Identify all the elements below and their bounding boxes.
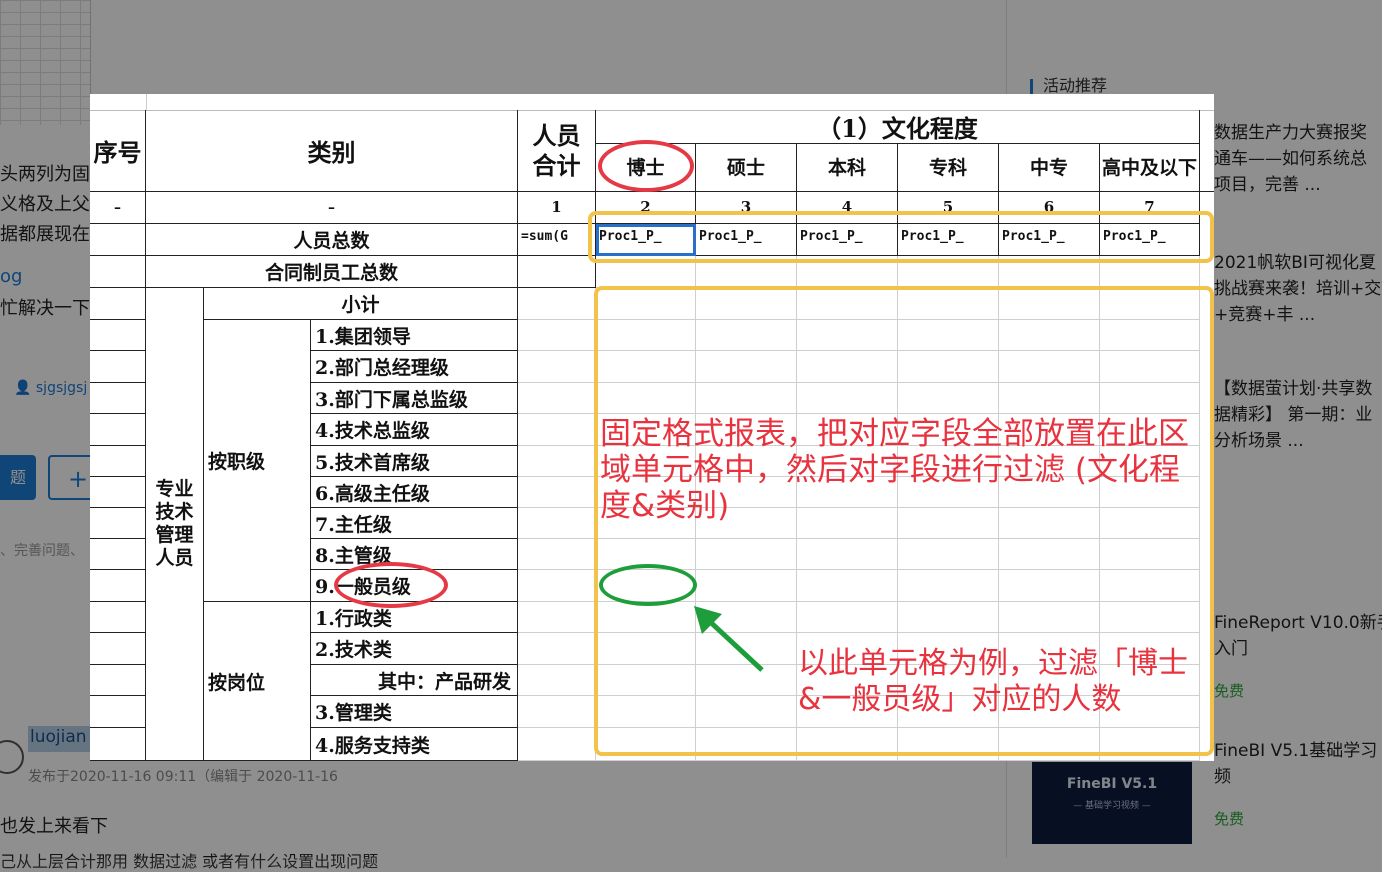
seq-cell[interactable] (90, 633, 146, 665)
group-prof[interactable]: 专业技术管理人员 (146, 288, 204, 761)
data-cell[interactable] (518, 320, 596, 351)
data-cell[interactable] (518, 414, 596, 446)
seq-cell[interactable] (90, 570, 146, 602)
seq-dash: – (90, 192, 146, 224)
seq-cell[interactable] (90, 665, 146, 696)
data-cell[interactable] (518, 288, 596, 320)
group-by-level[interactable]: 按职级 (204, 320, 311, 602)
data-cell[interactable] (518, 696, 596, 728)
category-dash: – (146, 192, 518, 224)
annotation-example-note: 以此单元格为例，过滤「博士&一般员级」对应的人数 (798, 646, 1188, 717)
category-item[interactable]: 1.行政类 (311, 602, 518, 633)
seq-cell[interactable] (90, 539, 146, 570)
data-cell[interactable] (518, 570, 596, 602)
header-edu-level: 专科 (898, 144, 999, 192)
category-item[interactable]: 7.主任级 (311, 508, 518, 539)
data-cell[interactable] (518, 477, 596, 508)
annotation-main-note: 固定格式报表，把对应字段全部放置在此区域单元格中，然后对字段进行过滤 (文化程度… (600, 416, 1189, 524)
sheet-column-strip (90, 94, 1214, 111)
group-by-post[interactable]: 按岗位 (204, 602, 311, 761)
formula-cell[interactable]: =sum(G (518, 224, 596, 256)
seq-cell[interactable] (90, 383, 146, 414)
category-item[interactable]: 3.管理类 (311, 696, 518, 728)
category-item[interactable]: 其中：产品研发 (311, 665, 518, 696)
data-cell[interactable] (518, 383, 596, 414)
header-edu-level: 硕士 (696, 144, 797, 192)
data-cell[interactable] (518, 728, 596, 761)
row-contract-total[interactable]: 合同制员工总数 (146, 256, 518, 288)
category-item[interactable]: 6.高级主任级 (311, 477, 518, 508)
header-total: 人员 合计 (518, 110, 596, 192)
seq-cell[interactable] (90, 477, 146, 508)
category-item[interactable]: 1.集团领导 (311, 320, 518, 351)
row-total-people[interactable]: 人员总数 (146, 224, 518, 256)
category-item[interactable]: 5.技术首席级 (311, 446, 518, 477)
red-circle-doctor (598, 140, 694, 192)
header-edu-level: 高中及以下 (1100, 144, 1200, 192)
header-seq: 序号 (90, 110, 146, 192)
data-cell[interactable] (518, 351, 596, 383)
category-item[interactable]: 3.部门下属总监级 (311, 383, 518, 414)
yellow-box-proc-row (588, 211, 1214, 263)
green-circle-example-cell (599, 564, 697, 606)
seq-cell[interactable] (90, 256, 146, 288)
seq-cell[interactable] (90, 351, 146, 383)
column-number: 1 (518, 192, 596, 224)
header-edu-level: 本科 (797, 144, 898, 192)
category-item[interactable]: 4.服务支持类 (311, 728, 518, 761)
seq-cell[interactable] (90, 508, 146, 539)
data-cell[interactable] (518, 539, 596, 570)
data-cell[interactable] (518, 633, 596, 665)
category-item[interactable]: 2.部门总经理级 (311, 351, 518, 383)
seq-cell[interactable] (90, 602, 146, 633)
seq-cell[interactable] (90, 728, 146, 761)
header-edu-group: （1）文化程度 (596, 110, 1200, 144)
seq-cell[interactable] (90, 696, 146, 728)
data-cell[interactable] (518, 665, 596, 696)
header-category: 类别 (146, 110, 518, 192)
seq-cell[interactable] (90, 320, 146, 351)
seq-cell[interactable] (90, 288, 146, 320)
arrow-icon (694, 606, 764, 672)
seq-cell[interactable] (90, 224, 146, 256)
category-item[interactable]: 4.技术总监级 (311, 414, 518, 446)
data-cell[interactable] (518, 508, 596, 539)
data-cell[interactable] (518, 446, 596, 477)
header-cutoff (1200, 110, 1214, 192)
empty-cell[interactable] (518, 256, 596, 288)
red-circle-general-staff (334, 562, 448, 608)
seq-cell[interactable] (90, 414, 146, 446)
report-screenshot: 序号 类别 人员 合计 （1）文化程度 博士 硕士 本科 专科 中专 高中及以下 – – … (90, 94, 1214, 761)
seq-cell[interactable] (90, 446, 146, 477)
header-edu-level: 中专 (999, 144, 1100, 192)
category-item[interactable]: 2.技术类 (311, 633, 518, 665)
row-subtotal[interactable]: 小计 (204, 288, 518, 320)
data-cell[interactable] (518, 602, 596, 633)
